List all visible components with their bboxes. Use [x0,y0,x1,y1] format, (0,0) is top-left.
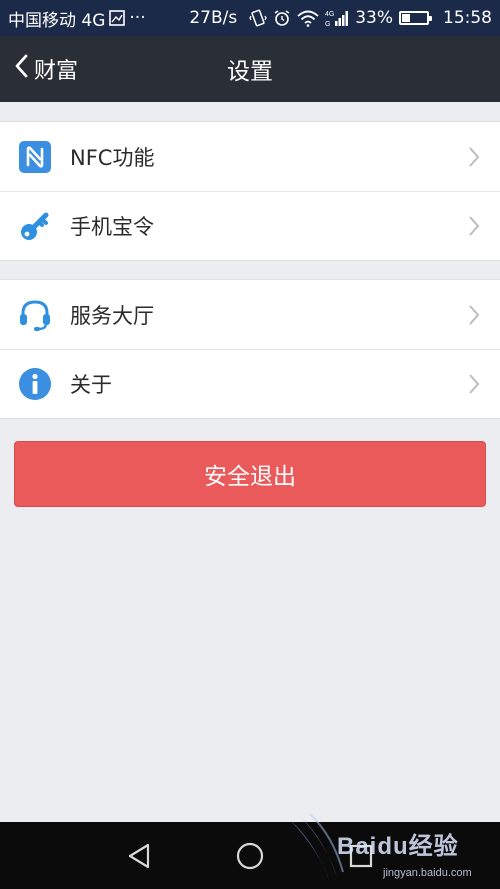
more-indicator: ··· [129,8,146,28]
svg-text:4G: 4G [325,11,334,18]
chevron-right-icon [468,215,480,237]
settings-item-label: 关于 [70,372,112,397]
clock: 15:58 [443,8,492,28]
chevron-right-icon [468,304,480,326]
settings-group-1: NFC功能 手机宝令 [0,121,500,261]
status-bar: 中国移动 4G ··· 27B/s 4G G 33% 15:58 [0,0,500,36]
logout-button[interactable]: 安全退出 [14,441,486,507]
battery-percent: 33% [355,8,393,28]
settings-item-nfc[interactable]: NFC功能 [0,122,500,191]
chevron-right-icon [468,373,480,395]
svg-text:G: G [325,21,330,27]
info-icon [17,366,53,402]
headset-icon [17,297,53,333]
settings-item-label: NFC功能 [70,145,155,170]
carrier-label: 中国移动 4G [8,10,106,31]
chevron-left-icon [14,54,28,84]
title-bar: 财富 设置 [0,36,500,102]
vibrate-icon [249,9,267,27]
signal-4g-icon: 4G G [325,9,349,27]
settings-item-label: 服务大厅 [70,303,154,328]
settings-item-about[interactable]: 关于 [0,349,500,418]
home-circle-icon[interactable] [232,838,268,874]
alarm-icon [273,9,291,27]
navigation-bar [0,822,500,889]
settings-group-2: 服务大厅 关于 [0,279,500,419]
back-button[interactable]: 财富 [14,36,78,102]
image-icon [109,10,126,26]
settings-item-service-hall[interactable]: 服务大厅 [0,280,500,349]
back-triangle-icon[interactable] [121,838,157,874]
settings-item-token[interactable]: 手机宝令 [0,191,500,260]
battery-icon [399,11,432,25]
back-label: 财富 [34,59,79,84]
chevron-right-icon [468,146,480,168]
net-speed-label: 27B/s [189,8,238,28]
key-icon [17,208,53,244]
nfc-icon [17,139,53,175]
settings-item-label: 手机宝令 [70,214,154,239]
wifi-icon [297,10,319,27]
recent-square-icon[interactable] [343,838,379,874]
